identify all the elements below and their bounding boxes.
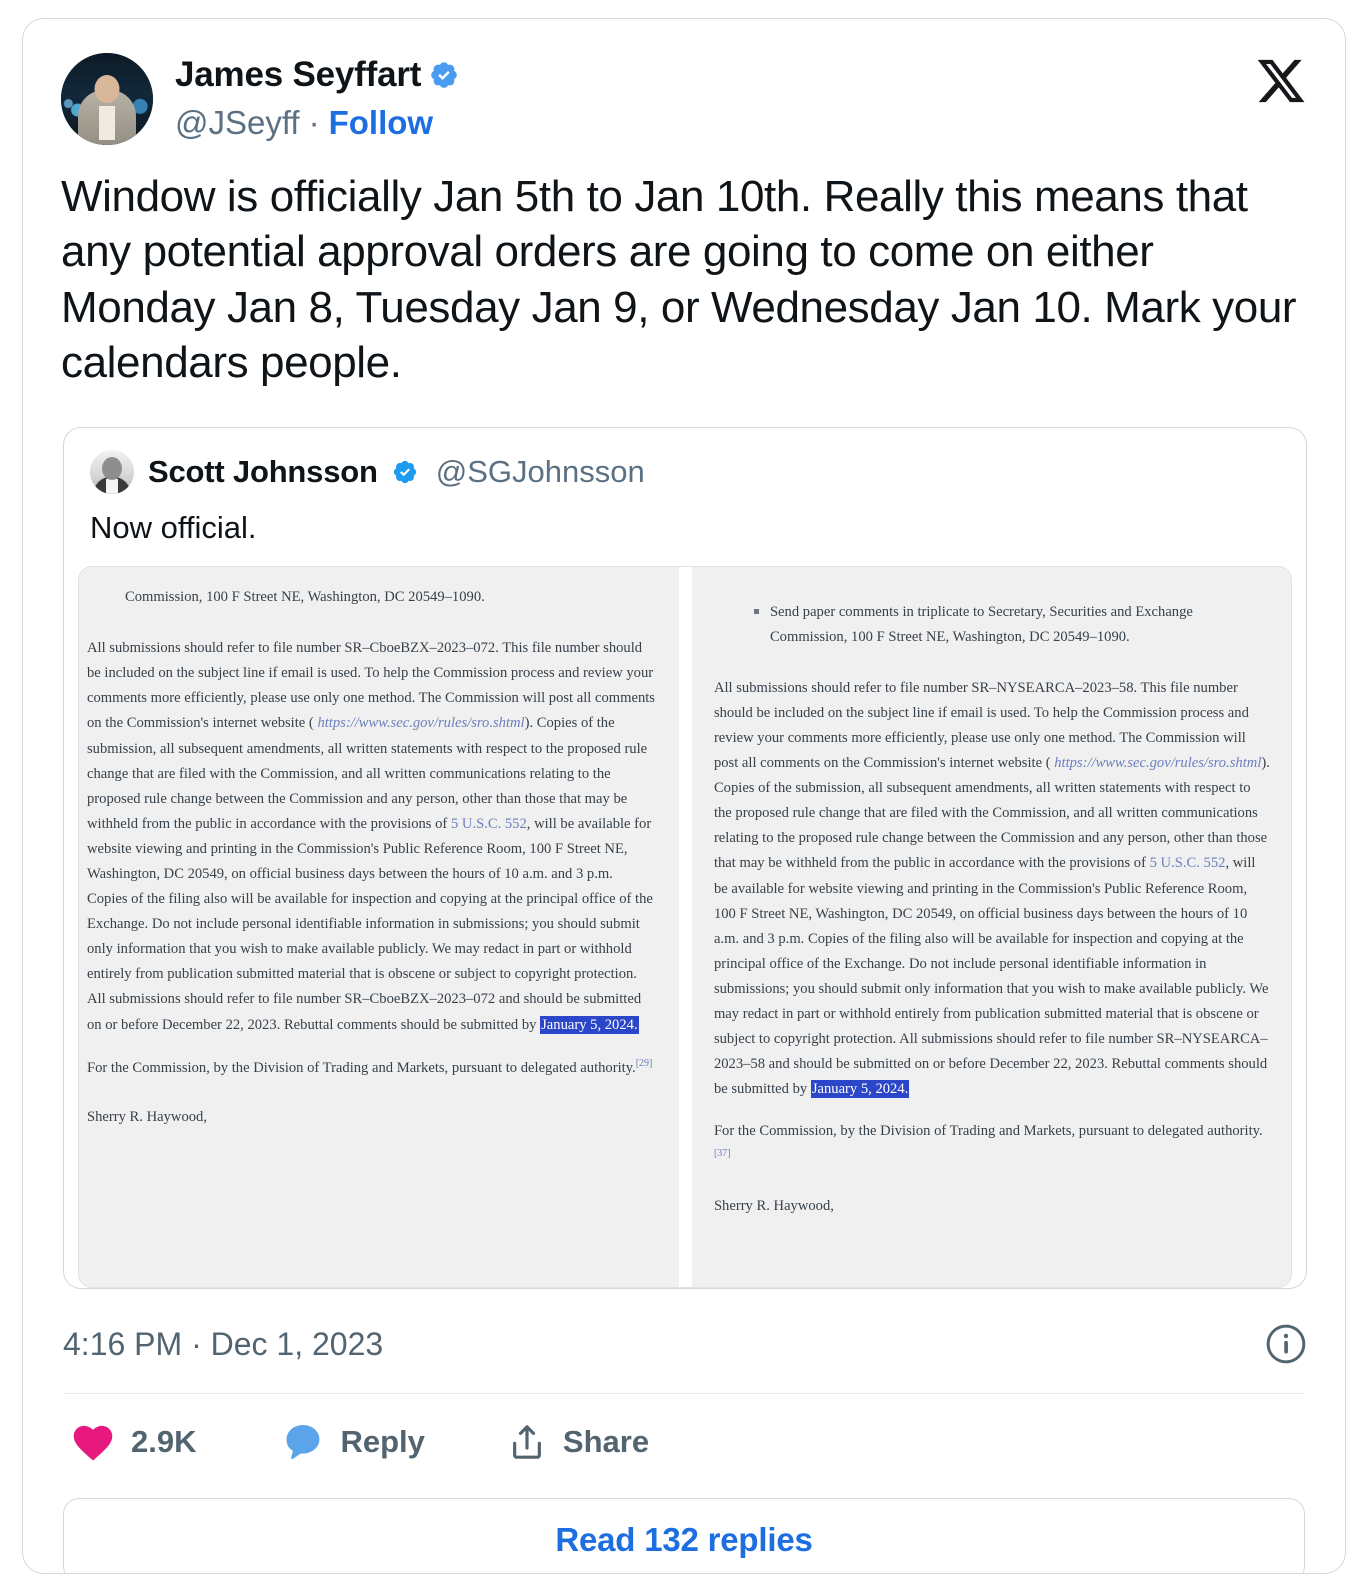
doc-left-statute-link[interactable]: 5 U.S.C. 552 [451,816,527,832]
document-screenshot[interactable]: Commission, 100 F Street NE, Washington,… [78,566,1292,1289]
doc-left-url[interactable]: https://www.sec.gov/rules/sro.shtml [317,715,524,731]
quoted-tweet-text: Now official. [90,509,257,545]
doc-right-signature: Sherry R. Haywood, [713,1198,834,1215]
author-handle[interactable]: @JSeyff [175,106,300,139]
doc-left-p3: , will be available for website viewing … [87,815,653,1033]
doc-right-highlighted-date: January 5, 2024. [810,1080,910,1099]
like-button[interactable]: 2.9K [71,1422,196,1462]
handle-separator: · [308,104,320,141]
doc-right-closing-text: For the Commission, by the Division of T… [713,1123,1263,1140]
avatar-head [94,75,120,104]
tweet-meta-row: 4:16 PM · Dec 1, 2023 [23,1289,1345,1365]
doc-left-footnote[interactable]: [29] [636,1058,653,1069]
author-handle-row: @JSeyff · Follow [175,106,459,139]
author-name-block: James Seyffart @JSeyff · Follow [175,53,459,139]
heart-icon [71,1422,115,1462]
doc-left-heading: Commission, 100 F Street NE, Washington,… [125,589,485,606]
read-replies-button[interactable]: Read 132 replies [63,1498,1305,1573]
share-button[interactable]: Share [507,1420,649,1464]
follow-button[interactable]: Follow [329,106,433,139]
quoted-avatar-head [102,456,122,480]
tweet-header: James Seyffart @JSeyff · Follow [23,19,1345,145]
tweet-card: James Seyffart @JSeyff · Follow Window i… [22,18,1346,1574]
speech-bubble-icon [282,1421,324,1463]
doc-right-closing: For the Commission, by the Division of T… [714,1119,1271,1170]
verified-badge-icon [392,459,418,485]
x-logo[interactable] [1255,55,1307,107]
avatar-shirt [99,106,115,141]
doc-right-p3: , will be available for website viewing … [713,855,1269,1098]
doc-right-footnote[interactable]: [37] [714,1148,731,1159]
quoted-tweet-card[interactable]: Scott Johnsson @SGJohnsson Now official.… [63,426,1307,1290]
doc-right-statute-link[interactable]: 5 U.S.C. 552 [1150,855,1226,871]
doc-left-signature: Sherry R. Haywood, [87,1108,207,1125]
doc-left-closing-text: For the Commission, by the Division of T… [87,1059,636,1076]
quoted-avatar-shirt [106,478,118,494]
share-label: Share [562,1424,650,1460]
doc-left-highlighted-date: January 5, 2024. [540,1015,639,1034]
author-name-row: James Seyffart [175,57,459,92]
author-display-name[interactable]: James Seyffart [175,57,421,92]
tweet-timestamp: 4:16 PM · Dec 1, 2023 [63,1325,384,1362]
share-arrow-icon [507,1420,547,1464]
quoted-author-handle[interactable]: @SGJohnsson [436,454,645,490]
quoted-author-display-name[interactable]: Scott Johnsson [148,454,378,490]
verified-badge-icon [429,60,459,90]
document-left-column: Commission, 100 F Street NE, Washington,… [79,567,679,1287]
tweet-body-text: Window is officially Jan 5th to Jan 10th… [61,172,1297,388]
like-count: 2.9K [131,1424,197,1460]
quoted-avatar[interactable] [90,449,134,494]
doc-left-closing: For the Commission, by the Division of T… [87,1055,657,1081]
read-replies-label: Read 132 replies [555,1521,813,1559]
tweet-actions: 2.9K Reply Share [23,1394,1345,1464]
quoted-tweet-header: Scott Johnsson @SGJohnsson [64,428,1306,494]
avatar[interactable] [61,53,153,145]
document-column-gap [678,567,691,1288]
doc-left-paragraph: All submissions should refer to file num… [87,636,657,1038]
document-right-column: Send paper comments in triplicate to Sec… [690,567,1291,1288]
reply-label: Reply [340,1424,425,1460]
reply-button[interactable]: Reply [282,1421,425,1463]
doc-right-paragraph: All submissions should refer to file num… [714,676,1271,1103]
info-circle-icon[interactable] [1265,1323,1307,1365]
doc-right-url[interactable]: https://www.sec.gov/rules/sro.shtml [1054,755,1261,771]
doc-right-bullet: Send paper comments in triplicate to Sec… [714,600,1271,650]
doc-left-p2: ). Copies of the submission, all subsequ… [87,715,648,832]
